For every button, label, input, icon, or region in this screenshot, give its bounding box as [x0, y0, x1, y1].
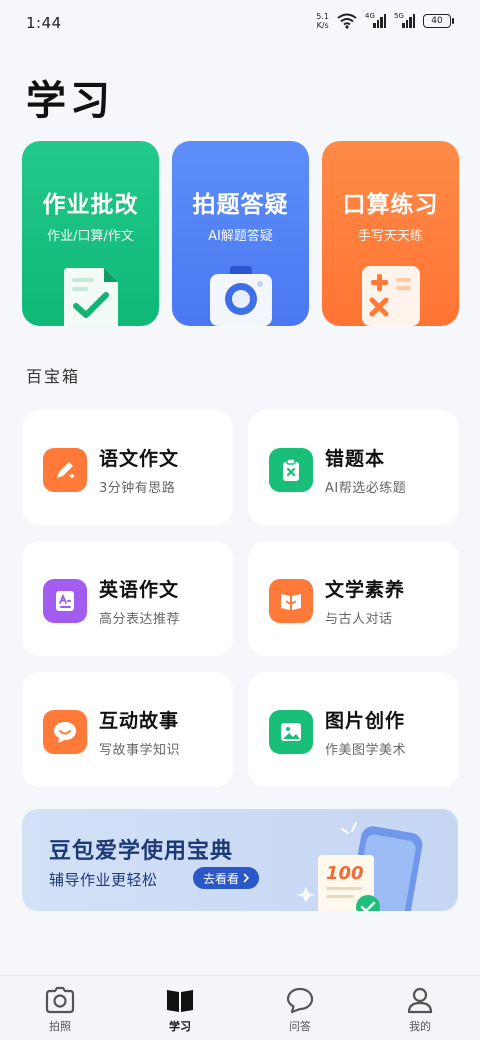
- nav-item-qa[interactable]: 问答: [240, 976, 360, 1040]
- image-icon: [269, 710, 313, 754]
- tool-literature[interactable]: 文学素养 与古人对话: [248, 541, 459, 656]
- camera-outline-icon: [45, 986, 75, 1014]
- tool-interactive-story[interactable]: 互动故事 写故事学知识: [22, 672, 233, 787]
- chevron-right-icon: [243, 873, 250, 883]
- hero-card-title: 作业批改: [42, 192, 139, 218]
- calculator-icon: [361, 266, 420, 326]
- nav-item-profile[interactable]: 我的: [360, 976, 480, 1040]
- pen-sparkle-icon: [43, 448, 87, 492]
- hero-card-title: 口算练习: [342, 192, 439, 218]
- english-doc-icon: [43, 579, 87, 623]
- hero-card-mental-math[interactable]: 口算练习 手写天天练: [322, 141, 459, 326]
- guide-banner[interactable]: 豆包爱学使用宝典 辅导作业更轻松 去看看 100: [22, 809, 458, 911]
- tool-image-creation[interactable]: 图片创作 作美图学美术: [248, 672, 459, 787]
- tool-title: 语文作文: [99, 448, 180, 470]
- person-icon: [407, 987, 433, 1014]
- network-speed: 5.1 K/s: [316, 12, 329, 30]
- signal-5g-icon: 5G: [394, 12, 415, 28]
- tool-wrong-questions[interactable]: 错题本 AI帮选必练题: [248, 410, 459, 525]
- tool-title: 互动故事: [99, 710, 180, 732]
- nav-label: 学习: [169, 1020, 191, 1033]
- chat-bubble-icon: [286, 987, 314, 1014]
- hero-card-homework-grading[interactable]: 作业批改 作业/口算/作文: [22, 141, 159, 326]
- tool-chinese-composition[interactable]: 语文作文 3分钟有思路: [22, 410, 233, 525]
- nav-item-study[interactable]: 学习: [120, 976, 240, 1040]
- tool-title: 英语作文: [99, 579, 180, 601]
- nav-label: 我的: [409, 1020, 431, 1033]
- signal-4g-icon: 4G: [365, 12, 386, 28]
- signal-5g-label: 5G: [394, 12, 404, 20]
- network-speed-unit: K/s: [316, 21, 329, 30]
- camera-icon: [209, 266, 272, 326]
- tool-title: 图片创作: [325, 710, 406, 732]
- battery-icon: 40: [423, 14, 454, 28]
- status-icons: 5.1 K/s 4G 5G 40: [316, 12, 454, 30]
- hero-card-title: 拍题答疑: [192, 192, 289, 218]
- toolbox-title: 百宝箱: [26, 367, 81, 386]
- status-bar: 1:44 5.1 K/s 4G 5G 40: [0, 0, 480, 44]
- network-speed-value: 5.1: [316, 12, 329, 21]
- book-icon: [167, 990, 193, 1012]
- hero-card-subtitle: AI解题答疑: [208, 229, 273, 244]
- chat-smile-icon: [43, 710, 87, 754]
- banner-button-label: 去看看: [203, 871, 240, 886]
- tool-subtitle: 3分钟有思路: [99, 481, 176, 496]
- bottom-nav: 拍照 学习 问答 我的: [0, 975, 480, 1040]
- tool-english-composition[interactable]: 英语作文 高分表达推荐: [22, 541, 233, 656]
- tool-subtitle: 高分表达推荐: [99, 612, 181, 627]
- wrong-clipboard-icon: [269, 448, 313, 492]
- tool-subtitle: 写故事学知识: [99, 743, 181, 758]
- hero-card-photo-answer[interactable]: 拍题答疑 AI解题答疑: [172, 141, 309, 326]
- nav-label: 问答: [289, 1020, 311, 1033]
- phone-illustration-icon: 100: [297, 822, 423, 911]
- nav-item-camera[interactable]: 拍照: [0, 976, 120, 1040]
- battery-level: 40: [423, 14, 451, 28]
- tool-subtitle: AI帮选必练题: [325, 481, 407, 496]
- hero-card-subtitle: 手写天天练: [357, 229, 423, 244]
- tool-title: 错题本: [325, 448, 386, 470]
- tool-subtitle: 与古人对话: [325, 612, 393, 627]
- banner-view-button[interactable]: 去看看: [193, 867, 260, 889]
- tool-subtitle: 作美图学美术: [325, 743, 407, 758]
- signal-4g-label: 4G: [365, 12, 375, 20]
- tool-title: 文学素养: [325, 579, 406, 601]
- page-title: 学习: [26, 77, 114, 124]
- wifi-icon: [337, 13, 357, 29]
- document-check-icon: [63, 268, 118, 326]
- status-time: 1:44: [26, 14, 62, 32]
- svg-text:100: 100: [326, 863, 364, 884]
- banner-subtitle: 辅导作业更轻松: [49, 871, 158, 889]
- banner-title: 豆包爱学使用宝典: [49, 839, 234, 864]
- nav-label: 拍照: [49, 1020, 71, 1033]
- open-book-icon: [269, 579, 313, 623]
- hero-card-subtitle: 作业/口算/作文: [47, 229, 134, 244]
